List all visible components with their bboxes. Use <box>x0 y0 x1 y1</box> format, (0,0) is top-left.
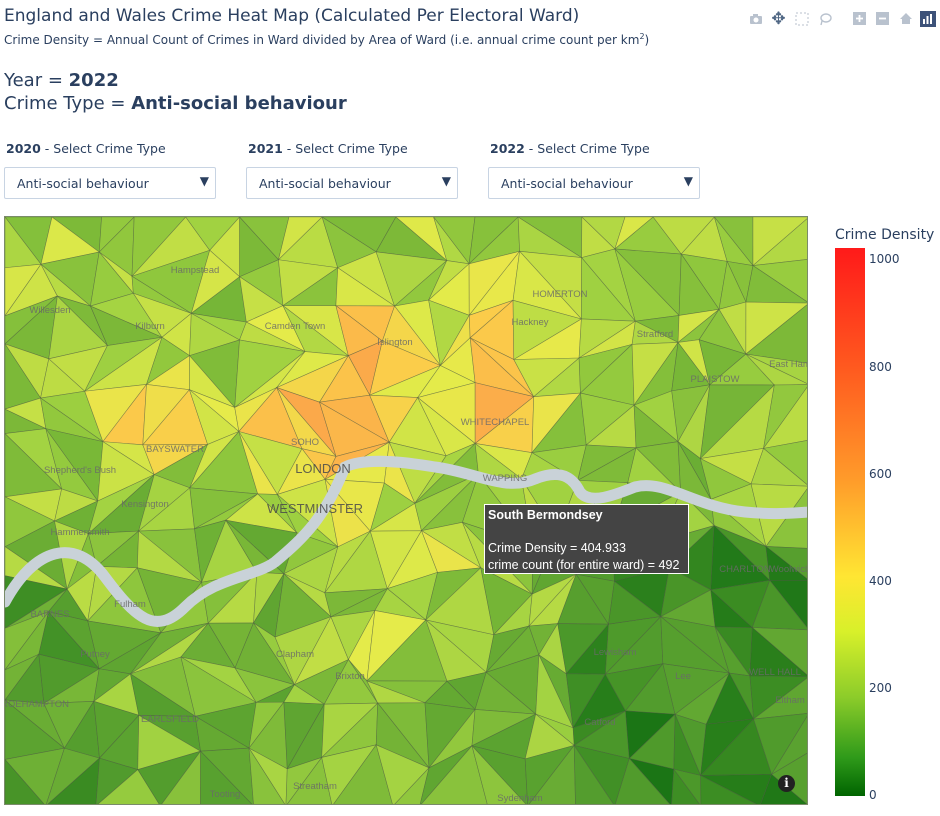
place-label: East Ham <box>769 359 808 370</box>
place-label: Putney <box>80 649 110 660</box>
crime-type-dropdown-2021[interactable]: Anti-social behaviour ▼ <box>246 167 458 199</box>
box-select-icon[interactable] <box>793 10 810 27</box>
place-label: Islington <box>377 337 412 348</box>
place-label: Clapham <box>276 649 314 660</box>
place-label: Lee <box>675 671 691 682</box>
place-label: Stratford <box>637 329 673 340</box>
place-label: Eltham <box>775 695 805 706</box>
info-icon[interactable]: i <box>778 775 795 792</box>
dropdown-arrow-icon: ▼ <box>683 174 693 188</box>
place-label: CHARLTON <box>719 564 771 575</box>
dropdown-label-2022: 2022 - Select Crime Type <box>490 141 650 156</box>
place-label: ROEHAMPTON <box>5 699 69 710</box>
place-label: EARLSFIELD <box>141 714 199 725</box>
place-label: Streatham <box>293 781 337 792</box>
place-label: WHITECHAPEL <box>461 417 530 428</box>
place-label: Hackney <box>512 317 549 328</box>
colorbar-tick: 0 <box>869 788 877 802</box>
zoom-in-icon[interactable] <box>851 10 868 27</box>
place-label: BAYSWATER <box>146 444 204 455</box>
crime-type-heading: Crime Type = Anti-social behaviour <box>4 93 347 114</box>
place-label: Tooting <box>210 789 241 800</box>
colorbar-tick: 600 <box>869 467 892 481</box>
colorbar-tick: 200 <box>869 681 892 695</box>
place-label: WELL HALL <box>749 667 801 678</box>
place-label: Fulham <box>114 599 146 610</box>
zoom-out-icon[interactable] <box>874 10 891 27</box>
place-label: BARNES <box>30 609 69 620</box>
place-label: SOHO <box>291 437 319 448</box>
colorbar-tick: 800 <box>869 360 892 374</box>
place-label: Woolwich <box>770 564 808 575</box>
place-label: Shepherd's Bush <box>44 465 116 476</box>
hover-tooltip: South Bermondsey Crime Density = 404.933… <box>484 504 689 574</box>
modebar: ✥ <box>747 9 936 29</box>
place-label: LONDON <box>295 461 351 476</box>
tooltip-count: crime count (for entire ward) = 492 <box>488 558 680 572</box>
colorbar-title: Crime Density <box>835 227 935 243</box>
dropdown-label-2021: 2021 - Select Crime Type <box>248 141 408 156</box>
plotly-logo-icon[interactable] <box>920 10 936 27</box>
place-label: Catford <box>584 717 615 728</box>
place-label: HOMERTON <box>532 289 587 300</box>
place-label: Camden Town <box>265 321 326 332</box>
place-label: Brixton <box>335 671 365 682</box>
colorbar-tick: 400 <box>869 574 892 588</box>
camera-icon[interactable] <box>747 10 764 27</box>
place-label: Hammersmith <box>50 527 109 538</box>
tooltip-ward-name: South Bermondsey <box>488 508 603 522</box>
pan-icon[interactable]: ✥ <box>770 9 787 29</box>
chart-title: England and Wales Crime Heat Map (Calcul… <box>4 6 580 26</box>
place-label: Lewisham <box>594 647 637 658</box>
crime-type-dropdown-2022[interactable]: Anti-social behaviour ▼ <box>488 167 700 199</box>
place-label: Kensington <box>121 499 169 510</box>
place-label: WESTMINSTER <box>267 501 363 516</box>
place-label: Sydenham <box>497 793 543 804</box>
dropdown-arrow-icon: ▼ <box>199 174 209 188</box>
colorbar <box>835 248 865 796</box>
place-label: Hampstead <box>171 265 220 276</box>
colorbar-tick: 1000 <box>869 252 900 266</box>
home-icon[interactable] <box>897 10 914 27</box>
crime-type-dropdown-2020[interactable]: Anti-social behaviour ▼ <box>4 167 216 199</box>
place-label: Kilburn <box>135 321 165 332</box>
dropdown-label-2020: 2020 - Select Crime Type <box>6 141 166 156</box>
tooltip-density: Crime Density = 404.933 <box>488 541 626 555</box>
place-label: PLAISTOW <box>691 374 740 385</box>
place-label: Willesden <box>29 305 70 316</box>
chart-subtitle: Crime Density = Annual Count of Crimes i… <box>4 32 650 47</box>
dropdown-arrow-icon: ▼ <box>441 174 451 188</box>
place-label: WAPPING <box>483 473 528 484</box>
lasso-icon[interactable] <box>816 10 833 27</box>
year-heading: Year = 2022 <box>4 70 119 91</box>
